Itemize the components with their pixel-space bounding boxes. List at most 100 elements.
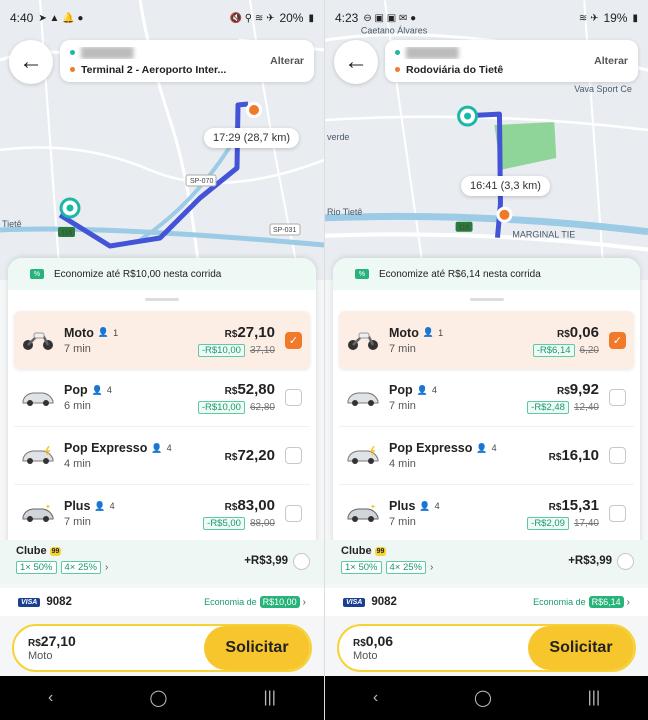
clube-row[interactable]: Clube 99 1× 50% 4× 25% › +R$3,99: [0, 540, 324, 584]
seat-count: 4: [106, 385, 112, 395]
clube-chip: 4× 25%: [60, 561, 101, 574]
economy-label: Economia de: [204, 597, 257, 607]
destination-dot-icon: [395, 67, 400, 72]
route-card[interactable]: ████████ Rodoviária do Tietê Alterar: [385, 40, 638, 82]
card-number: 9082: [46, 596, 72, 608]
option-price: R$15,31: [548, 497, 599, 514]
map-label-rio-tiete: Rio Tietê: [327, 207, 362, 217]
select-checkbox[interactable]: [285, 389, 302, 406]
select-checkbox[interactable]: [285, 447, 302, 464]
person-icon: 👤: [476, 442, 488, 453]
option-eta: 7 min: [389, 342, 416, 355]
clube-row[interactable]: Clube 99 1× 50% 4× 25% › +R$3,99: [325, 540, 648, 584]
option-price: R$16,10: [548, 447, 599, 464]
option-eta: 4 min: [389, 458, 416, 470]
option-eta: 7 min: [389, 400, 416, 412]
clube-chip: 1× 50%: [16, 561, 57, 574]
destination-dot-icon: [70, 67, 75, 72]
svg-text:✦: ✦: [45, 504, 51, 511]
car-express-icon: [20, 443, 56, 469]
option-pop[interactable]: Pop 👤 4 7 min R$9,92 -R$2,48 12,40: [339, 369, 634, 427]
back-button[interactable]: ←: [334, 40, 378, 84]
road-tag-116: 116: [61, 230, 72, 237]
nav-home-button[interactable]: ◯: [149, 688, 167, 708]
chevron-right-icon: ›: [105, 562, 109, 573]
option-plus[interactable]: ✦ Plus 👤 4 7 min R$15,31 -R$2,09 17,40: [339, 485, 634, 543]
nav-recents-button[interactable]: |||: [263, 689, 275, 707]
nav-recents-button[interactable]: |||: [588, 689, 600, 707]
option-plus[interactable]: ✦ Plus 👤 4 7 min R$83,00 -R$5,00 88,00: [14, 485, 310, 543]
map-label-marginal: MARGINAL TIE: [512, 230, 575, 240]
visa-icon: VISA: [18, 597, 41, 607]
car-plus-icon: ✦: [345, 501, 381, 527]
promo-text: Economize até R$10,00 nesta corrida: [54, 268, 222, 280]
clube-radio[interactable]: [617, 553, 634, 570]
back-button[interactable]: ←: [9, 40, 53, 84]
discount-badge: -R$10,00: [197, 401, 245, 414]
option-pop[interactable]: Pop 👤 4 6 min R$52,80 -R$10,00 62,80: [14, 369, 310, 427]
sheet-handle[interactable]: [145, 298, 179, 301]
payment-row[interactable]: VISA 9082 Economia de R$6,14 ›: [325, 588, 648, 616]
destination-address: Rodoviária do Tietê: [406, 63, 504, 76]
destination-address: Terminal 2 - Aeroporto Inter...: [81, 63, 227, 76]
option-eta: 6 min: [64, 400, 91, 412]
select-checkbox[interactable]: ✓: [285, 331, 302, 349]
origin-dot-icon: [395, 50, 400, 55]
option-moto[interactable]: Moto 👤 1 7 min R$27,10 -R$10,00 37,10 ✓: [14, 311, 310, 369]
motorcycle-icon: [20, 327, 56, 353]
origin-address: ████████: [406, 46, 459, 59]
nav-back-button[interactable]: ‹: [48, 689, 53, 707]
option-price: R$72,20: [224, 447, 275, 464]
clube-radio[interactable]: [293, 553, 310, 570]
economy-value: R$6,14: [588, 596, 624, 608]
origin-row: ████████: [395, 47, 588, 59]
status-time: 4:23: [335, 11, 359, 25]
visa-icon: VISA: [343, 597, 366, 607]
road-tag-116: 116: [459, 225, 470, 232]
clube-price: +R$3,99: [568, 555, 612, 567]
request-ride-button[interactable]: Solicitar: [528, 626, 634, 670]
signal-icons: 🔇 ⚲ ≋ ✈: [229, 12, 275, 24]
select-checkbox[interactable]: [609, 505, 626, 522]
route-card[interactable]: ████████ Terminal 2 - Aeroporto Inter...…: [60, 40, 314, 82]
economy-label: Economia de: [533, 597, 586, 607]
option-name: Pop: [389, 383, 413, 397]
option-pop-expresso[interactable]: Pop Expresso 👤 4 4 min R$72,20: [14, 427, 310, 485]
clube-title: Clube: [16, 545, 47, 557]
select-checkbox[interactable]: [609, 447, 626, 464]
change-route-button[interactable]: Alterar: [270, 55, 304, 67]
promo-banner: % Economize até R$6,14 nesta corrida: [333, 258, 640, 290]
change-route-button[interactable]: Alterar: [594, 55, 628, 67]
request-price: R$27,10: [28, 633, 76, 650]
option-moto[interactable]: Moto 👤 1 7 min R$0,06 -R$6,14 6,20 ✓: [339, 311, 634, 369]
promo-banner: % Economize até R$10,00 nesta corrida: [8, 258, 316, 290]
seat-count: 1: [113, 327, 119, 338]
eta-time: 16:41: [470, 180, 498, 192]
map-label-verde: verde: [327, 132, 349, 142]
promo-text: Economize até R$6,14 nesta corrida: [379, 268, 541, 280]
person-icon: 👤: [94, 500, 106, 511]
nav-back-button[interactable]: ‹: [373, 689, 378, 707]
request-ride-button[interactable]: Solicitar: [204, 626, 310, 670]
clube-badge: 99: [374, 546, 387, 556]
clube-chip: 4× 25%: [385, 561, 426, 574]
option-name: Plus: [389, 499, 416, 513]
select-checkbox[interactable]: ✓: [609, 331, 626, 349]
old-price: 12,40: [573, 402, 599, 413]
select-checkbox[interactable]: [609, 389, 626, 406]
payment-row[interactable]: VISA 9082 Economia de R$10,00 ›: [0, 588, 324, 616]
battery-level: 19%: [603, 11, 628, 25]
destination-marker: [249, 105, 259, 115]
option-pop-expresso[interactable]: Pop Expresso 👤 4 4 min R$16,10: [339, 427, 634, 485]
option-name: Pop Expresso: [64, 441, 148, 455]
option-name: Moto: [389, 325, 419, 340]
discount-badge: -R$5,00: [203, 517, 245, 530]
sheet-handle[interactable]: [469, 298, 504, 301]
car-plus-icon: ✦: [20, 501, 56, 527]
road-tag-sp031: SP-031: [273, 227, 296, 234]
seat-count: 4: [166, 443, 172, 453]
select-checkbox[interactable]: [285, 505, 302, 522]
eta-time: 17:29: [213, 132, 241, 144]
nav-home-button[interactable]: ◯: [474, 688, 492, 708]
battery-icon: ▮: [308, 12, 314, 24]
